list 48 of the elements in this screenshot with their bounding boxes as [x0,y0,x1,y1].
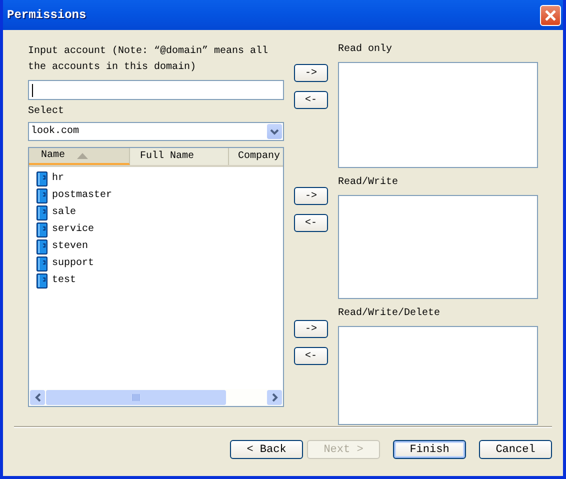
remove-button[interactable]: <- [294,214,328,232]
account-input-field[interactable] [28,80,284,100]
account-name[interactable]: test [52,275,76,286]
list-label: Read/Write/Delete [338,308,442,320]
grip-icon [132,394,140,401]
domain-dropdown[interactable]: look.com [28,122,284,141]
column-header[interactable]: Full Name [130,148,229,165]
user-card-icon [36,238,48,254]
scroll-thumb[interactable] [46,390,226,405]
chevron-down-icon [270,128,279,134]
dropdown-value: look.com [31,126,80,137]
dialog-button[interactable]: Finish [393,440,466,459]
list-label: Read only [338,44,394,56]
text-cursor [32,84,33,96]
user-card-icon [36,222,48,238]
user-card-icon [36,256,48,272]
remove-button[interactable]: <- [294,347,328,365]
user-card-icon [36,188,48,204]
add-button[interactable]: -> [294,320,328,338]
horizontal-scrollbar[interactable] [29,389,283,406]
add-button[interactable]: -> [294,187,328,205]
dropdown-button[interactable] [267,124,282,139]
field-label: Select [28,106,66,118]
list-label: Read/Write [338,177,400,189]
account-name[interactable]: hr [52,173,64,184]
account-name[interactable]: postmaster [52,190,112,201]
column-header[interactable]: Company [229,148,283,165]
account-name[interactable]: steven [52,241,88,252]
scroll-right-button[interactable] [267,390,282,405]
account-name[interactable]: sale [52,207,76,218]
window-title: Permissions [7,8,86,22]
scroll-left-button[interactable] [30,390,45,405]
column-header[interactable]: Name [29,148,130,165]
chevron-left-icon [34,393,40,402]
account-name[interactable]: support [52,258,94,269]
remove-button[interactable]: <- [294,91,328,109]
user-card-icon [36,170,48,186]
field-label: Input account (Note: “@domain” means all the accounts in this domain) [28,44,270,75]
dialog-button[interactable]: < Back [230,440,303,459]
add-button[interactable]: -> [294,64,328,82]
sort-ascending-icon [77,152,88,158]
dialog-button[interactable]: Cancel [479,440,552,459]
user-card-icon [36,272,48,288]
close-icon [545,10,556,20]
account-name[interactable]: service [52,224,94,235]
chevron-right-icon [272,393,278,402]
close-button[interactable] [540,4,561,26]
user-card-icon [36,204,48,220]
